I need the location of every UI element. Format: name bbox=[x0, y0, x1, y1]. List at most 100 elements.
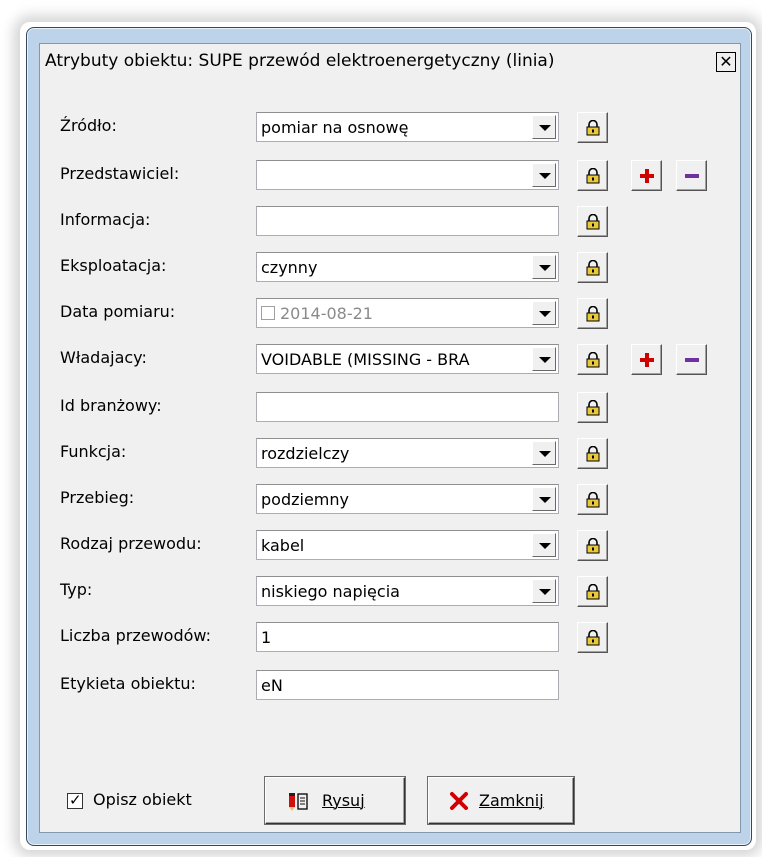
field-value: 2014-08-21 bbox=[280, 304, 373, 323]
lock-button[interactable] bbox=[577, 622, 608, 653]
padlock-icon bbox=[586, 538, 600, 554]
date-picker[interactable]: 2014-08-21 bbox=[256, 298, 559, 328]
field-label: Rodzaj przewodu: bbox=[60, 534, 202, 553]
field-value: pomiar na osnowę bbox=[261, 118, 409, 137]
field-label: Informacja: bbox=[60, 210, 151, 229]
lock-button[interactable] bbox=[577, 484, 608, 515]
dropdown-arrow-button[interactable] bbox=[532, 579, 556, 603]
dialog-window: Atrybuty obiektu: SUPE przewód elektroen… bbox=[26, 27, 752, 846]
field-label: Przebieg: bbox=[60, 488, 135, 507]
remove-button[interactable] bbox=[676, 160, 707, 191]
close-button[interactable]: Zamknij bbox=[428, 777, 574, 824]
padlock-icon bbox=[586, 306, 600, 322]
padlock-icon bbox=[586, 260, 600, 276]
lock-button[interactable] bbox=[577, 438, 608, 469]
dropdown-arrow-button[interactable] bbox=[532, 301, 556, 325]
dialog-client: Atrybuty obiektu: SUPE przewód elektroen… bbox=[39, 43, 741, 833]
dropdown-arrow-button[interactable] bbox=[532, 255, 556, 279]
combo-box[interactable]: czynny bbox=[256, 252, 559, 282]
field-value: 1 bbox=[261, 628, 272, 647]
lock-button[interactable] bbox=[577, 392, 608, 423]
padlock-icon bbox=[586, 214, 600, 230]
minus-icon bbox=[685, 169, 699, 185]
dropdown-arrow-button[interactable] bbox=[532, 487, 556, 511]
text-field[interactable] bbox=[256, 392, 559, 422]
field-label: Eksploatacja: bbox=[60, 256, 167, 275]
check-mark-icon: ✓ bbox=[69, 791, 82, 809]
close-button-label: Zamknij bbox=[479, 791, 544, 810]
combo-box[interactable]: podziemny bbox=[256, 484, 559, 514]
field-value: VOIDABLE (MISSING - BRA bbox=[261, 350, 470, 369]
add-button[interactable] bbox=[631, 160, 662, 191]
field-value: eN bbox=[261, 676, 283, 695]
attribute-row: Władajacy: VOIDABLE (MISSING - BRA bbox=[40, 344, 740, 375]
padlock-icon bbox=[586, 492, 600, 508]
title-bar[interactable]: Atrybuty obiektu: SUPE przewód elektroen… bbox=[40, 44, 740, 80]
dropdown-arrow-button[interactable] bbox=[532, 441, 556, 465]
field-label: Etykieta obiektu: bbox=[60, 674, 196, 693]
padlock-icon bbox=[586, 168, 600, 184]
draw-button-label: Rysuj bbox=[322, 791, 365, 810]
field-label: Funkcja: bbox=[60, 442, 127, 461]
dropdown-arrow-button[interactable] bbox=[532, 163, 556, 187]
attribute-row: Informacja: bbox=[40, 206, 740, 237]
field-label: Przedstawiciel: bbox=[60, 164, 180, 183]
text-field[interactable]: eN bbox=[256, 670, 559, 700]
field-label: Data pomiaru: bbox=[60, 302, 176, 321]
attribute-row: Funkcja: rozdzielczy bbox=[40, 438, 740, 469]
text-field[interactable] bbox=[256, 206, 559, 236]
attribute-row: Źródło: pomiar na osnowę bbox=[40, 112, 740, 143]
attribute-row: Rodzaj przewodu: kabel bbox=[40, 530, 740, 561]
date-value-wrap: 2014-08-21 bbox=[261, 304, 373, 323]
padlock-icon bbox=[586, 630, 600, 646]
field-label: Źródło: bbox=[60, 116, 117, 135]
combo-box[interactable]: rozdzielczy bbox=[256, 438, 559, 468]
red-x-icon bbox=[449, 791, 469, 815]
combo-box[interactable]: pomiar na osnowę bbox=[256, 112, 559, 142]
describe-object-label: Opisz obiekt bbox=[93, 790, 192, 809]
field-value: rozdzielczy bbox=[261, 444, 350, 463]
describe-object-checkbox[interactable]: ✓ bbox=[67, 791, 83, 809]
lock-button[interactable] bbox=[577, 576, 608, 607]
attribute-row: Przebieg: podziemny bbox=[40, 484, 740, 515]
combo-box[interactable] bbox=[256, 160, 559, 190]
lock-button[interactable] bbox=[577, 206, 608, 237]
padlock-icon bbox=[586, 584, 600, 600]
field-value: podziemny bbox=[261, 490, 349, 509]
draw-icon bbox=[288, 791, 310, 815]
attribute-row: Id branżowy: bbox=[40, 392, 740, 423]
combo-box[interactable]: VOIDABLE (MISSING - BRA bbox=[256, 344, 559, 374]
combo-box[interactable]: niskiego napięcia bbox=[256, 576, 559, 606]
field-label: Typ: bbox=[60, 580, 93, 599]
draw-button[interactable]: Rysuj bbox=[265, 777, 405, 824]
minus-icon bbox=[685, 353, 699, 369]
add-button[interactable] bbox=[631, 344, 662, 375]
lock-button[interactable] bbox=[577, 298, 608, 329]
field-value: niskiego napięcia bbox=[261, 582, 400, 601]
field-label: Id branżowy: bbox=[60, 396, 162, 415]
padlock-icon bbox=[586, 446, 600, 462]
attribute-row: Liczba przewodów: 1 bbox=[40, 622, 740, 653]
dropdown-arrow-button[interactable] bbox=[532, 347, 556, 371]
dropdown-arrow-button[interactable] bbox=[532, 533, 556, 557]
attribute-row: Etykieta obiektu: eN bbox=[40, 670, 740, 700]
lock-button[interactable] bbox=[577, 252, 608, 283]
lock-button[interactable] bbox=[577, 530, 608, 561]
window-title: Atrybuty obiektu: SUPE przewód elektroen… bbox=[45, 51, 555, 71]
dropdown-arrow-button[interactable] bbox=[532, 115, 556, 139]
lock-button[interactable] bbox=[577, 112, 608, 143]
plus-icon bbox=[640, 353, 654, 369]
field-label: Liczba przewodów: bbox=[60, 626, 211, 645]
combo-box[interactable]: kabel bbox=[256, 530, 559, 560]
lock-button[interactable] bbox=[577, 344, 608, 375]
attribute-row: Eksploatacja: czynny bbox=[40, 252, 740, 283]
padlock-icon bbox=[586, 120, 600, 136]
attribute-row: Data pomiaru: 2014-08-21 bbox=[40, 298, 740, 329]
lock-button[interactable] bbox=[577, 160, 608, 191]
remove-button[interactable] bbox=[676, 344, 707, 375]
close-window-button[interactable]: ✕ bbox=[716, 52, 736, 72]
text-field[interactable]: 1 bbox=[256, 622, 559, 652]
padlock-icon bbox=[586, 352, 600, 368]
date-enable-checkbox[interactable] bbox=[261, 306, 275, 320]
field-label: Władajacy: bbox=[60, 348, 147, 367]
